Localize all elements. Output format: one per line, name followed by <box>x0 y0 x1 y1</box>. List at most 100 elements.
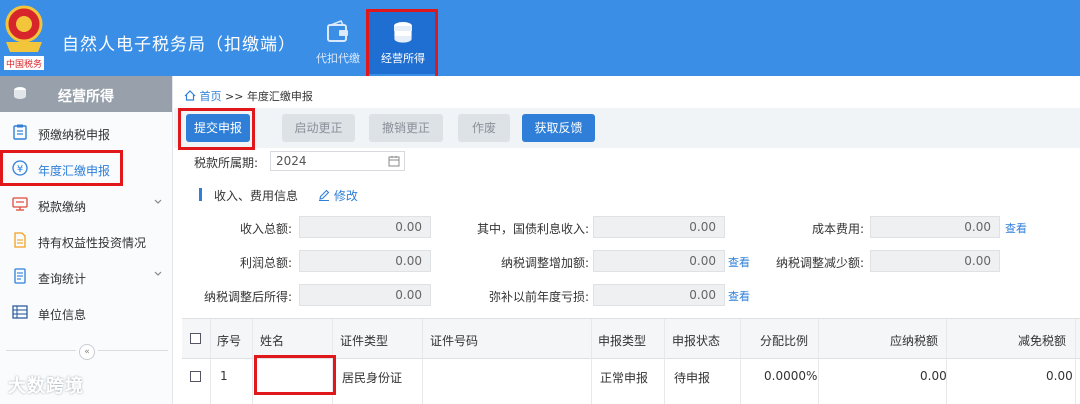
pencil-icon <box>319 189 330 201</box>
cost-expense-view-link[interactable]: 查看 <box>1005 220 1027 236</box>
column-header-name: 姓名 <box>260 334 285 348</box>
column-header-ratio: 分配比例 <box>760 334 809 348</box>
cell-ratio: 0.0000% <box>764 369 818 383</box>
adjusted-income-label: 纳税调整后所得: <box>203 290 292 304</box>
tax-adjustment-increase-field[interactable]: 0.00 <box>593 250 725 272</box>
sidebar-item-equity-investment[interactable]: 持有权益性投资情况 <box>0 222 172 258</box>
get-feedback-button[interactable]: 获取反馈 <box>522 114 595 142</box>
cell-tax-payable: 0.00 <box>920 369 947 383</box>
divider <box>98 350 168 351</box>
chevron-down-icon <box>154 271 162 276</box>
list-icon <box>12 305 28 319</box>
total-profit-field[interactable]: 0.00 <box>299 250 431 272</box>
column-header-tax-payable: 应纳税额 <box>890 334 939 348</box>
sidebar-item-unit-info[interactable]: 单位信息 <box>0 294 172 330</box>
home-icon <box>184 90 196 101</box>
column-header-id-number: 证件号码 <box>430 334 479 348</box>
column-divider <box>591 319 592 404</box>
adjusted-income-field[interactable]: 0.00 <box>299 284 431 306</box>
sidebar-item-label: 年度汇缴申报 <box>38 164 111 178</box>
tax-adjustment-increase-view-link[interactable]: 查看 <box>728 254 750 270</box>
row-checkbox[interactable] <box>190 371 201 382</box>
logo-text: 中国税务 <box>6 58 42 70</box>
divider <box>6 350 76 351</box>
breadcrumb-home-link[interactable]: 首页 <box>200 90 222 103</box>
tax-adjustment-decrease-label: 纳税调整减少额: <box>775 256 864 270</box>
monitor-icon <box>12 197 28 211</box>
coins-small-icon <box>14 87 26 99</box>
sidebar-header: 经营所得 <box>0 76 172 112</box>
edit-link[interactable]: 修改 <box>318 187 358 204</box>
cell-report-type: 正常申报 <box>600 371 649 385</box>
void-button[interactable]: 作废 <box>458 114 510 142</box>
sidebar-item-tax-payment[interactable]: 税款缴纳 <box>0 186 172 222</box>
cancel-correction-button[interactable]: 撤销更正 <box>369 114 443 142</box>
cost-expense-field[interactable]: 0.00 <box>870 216 1000 238</box>
column-divider <box>210 319 211 404</box>
treasury-interest-field[interactable]: 0.00 <box>593 216 725 238</box>
total-profit-label: 利润总额: <box>239 256 292 270</box>
sidebar-title: 经营所得 <box>58 89 114 105</box>
document-icon <box>14 232 26 248</box>
topnav-business-income[interactable]: 经营所得 <box>369 10 437 74</box>
tax-adjustment-decrease-field[interactable]: 0.00 <box>870 250 1000 272</box>
column-divider <box>818 319 819 404</box>
cell-id-type: 居民身份证 <box>342 371 403 385</box>
highlight-box-name-cell <box>254 355 336 395</box>
column-divider <box>1075 319 1076 404</box>
sidebar: 经营所得 预缴纳税申报 ¥ 年度汇缴申报 税款缴纳 持有权益性投资情况 查询统计… <box>0 76 173 404</box>
period-value: 2024 <box>276 154 307 168</box>
column-header-report-type: 申报类型 <box>598 334 647 348</box>
chevron-down-icon <box>154 199 162 204</box>
column-divider <box>946 319 947 404</box>
breadcrumb: 首页 >> 年度汇缴申报 <box>184 88 313 104</box>
prior-loss-view-link[interactable]: 查看 <box>728 288 750 304</box>
column-divider <box>422 319 423 404</box>
period-date-input[interactable]: 2024 <box>270 151 405 171</box>
sidebar-item-prepay-declaration[interactable]: 预缴纳税申报 <box>0 114 172 150</box>
edit-link-label: 修改 <box>333 189 358 203</box>
sidebar-item-label: 查询统计 <box>38 272 87 286</box>
sidebar-item-label: 税款缴纳 <box>38 200 87 214</box>
sidebar-item-label: 持有权益性投资情况 <box>38 236 147 250</box>
cell-index: 1 <box>220 369 228 383</box>
treasury-interest-label: 其中，国债利息收入: <box>476 222 589 236</box>
report-icon <box>14 268 26 284</box>
app-window: 中国税务 自然人电子税务局（扣缴端） 代扣代缴 经营所得 经营所得 预缴纳税申报… <box>0 0 1080 404</box>
column-header-id-type: 证件类型 <box>340 334 389 348</box>
calendar-icon[interactable] <box>388 155 400 167</box>
topnav-withholding[interactable]: 代扣代缴 <box>304 10 372 74</box>
submit-declaration-button[interactable]: 提交申报 <box>186 114 250 142</box>
top-header: 中国税务 自然人电子税务局（扣缴端） 代扣代缴 经营所得 <box>0 0 1080 85</box>
watermark: 大数跨境 <box>8 376 84 397</box>
prior-loss-field[interactable]: 0.00 <box>593 284 725 306</box>
cell-tax-relief: 0.00 <box>1046 369 1073 383</box>
svg-text:¥: ¥ <box>17 164 23 175</box>
collapse-sidebar-button[interactable]: « <box>79 344 95 360</box>
select-all-checkbox[interactable] <box>190 333 201 344</box>
period-label: 税款所属期: <box>194 156 259 170</box>
sidebar-item-label: 单位信息 <box>38 308 87 322</box>
total-income-field[interactable]: 0.00 <box>299 216 431 238</box>
column-header-tax-relief: 减免税额 <box>1018 334 1067 348</box>
wallet-icon <box>327 20 348 42</box>
cell-report-status: 待申报 <box>674 371 711 385</box>
sidebar-item-label: 预缴纳税申报 <box>38 128 111 142</box>
breadcrumb-current: 年度汇缴申报 <box>246 90 313 103</box>
breadcrumb-separator: >> <box>225 90 244 103</box>
start-correction-button[interactable]: 启动更正 <box>282 114 355 142</box>
topnav-withholding-label: 代扣代缴 <box>316 52 360 65</box>
cost-expense-label: 成本费用: <box>811 222 864 236</box>
main-content: 首页 >> 年度汇缴申报 提交申报 启动更正 撤销更正 作废 获取反馈 税款所属… <box>174 76 1080 404</box>
total-income-label: 收入总额: <box>239 222 292 236</box>
clipboard-icon <box>13 124 27 140</box>
column-divider <box>740 319 741 404</box>
section-marker <box>199 188 202 201</box>
sidebar-item-query-stats[interactable]: 查询统计 <box>0 258 172 294</box>
column-divider <box>332 319 333 404</box>
topnav-business-income-label: 经营所得 <box>381 52 425 65</box>
column-divider <box>664 319 665 404</box>
coins-icon <box>393 22 413 44</box>
sidebar-item-annual-declaration[interactable]: ¥ 年度汇缴申报 <box>0 150 172 186</box>
column-header-report-status: 申报状态 <box>672 334 721 348</box>
